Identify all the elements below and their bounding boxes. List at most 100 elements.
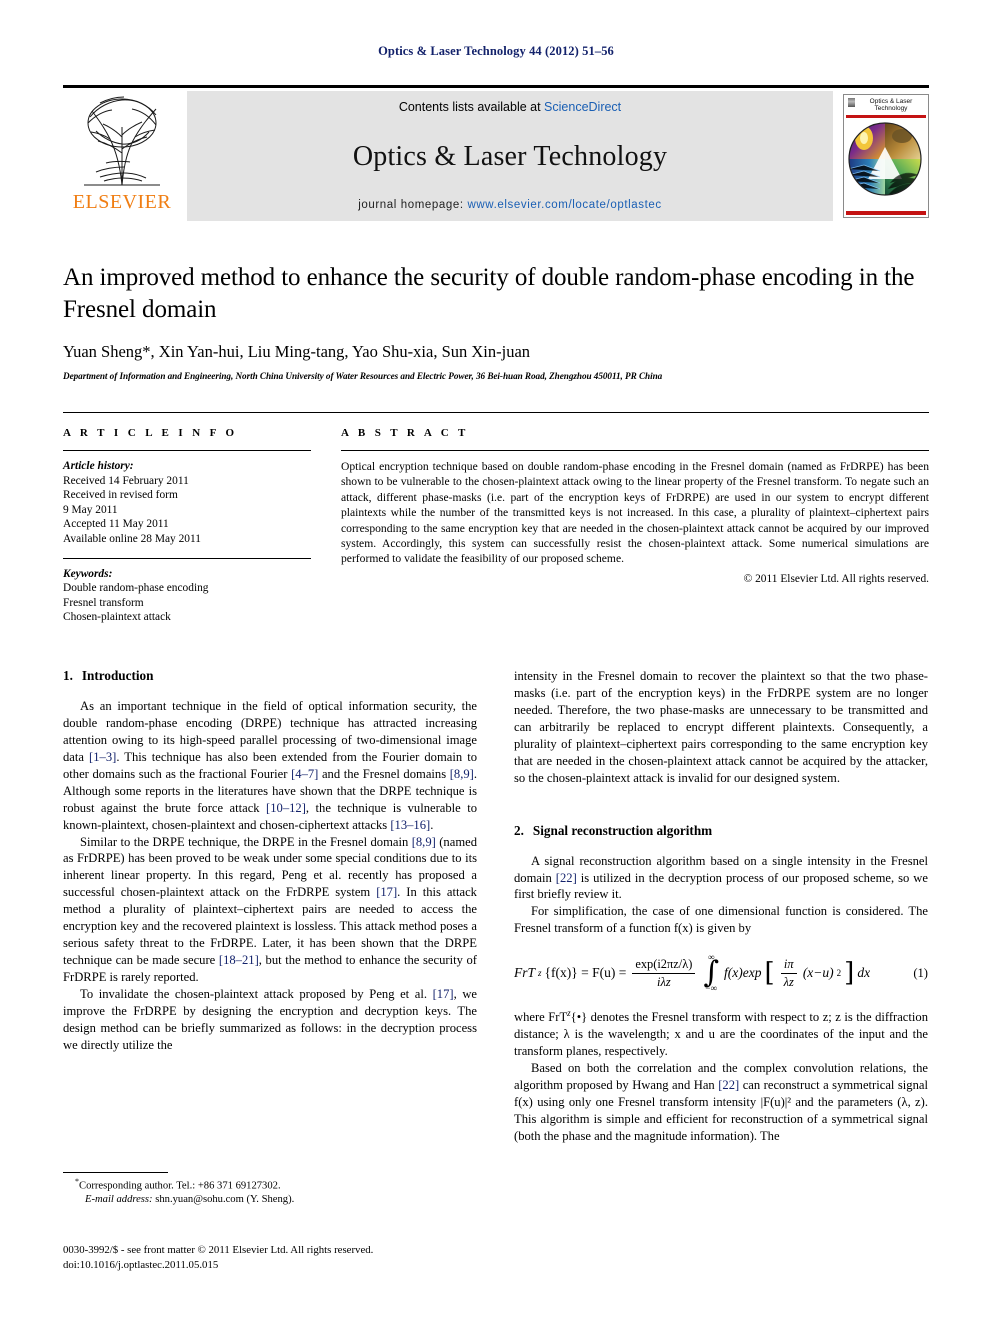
citation-10-12[interactable]: [10–12] <box>266 801 306 815</box>
eq1-bracket-rest: (x−u) <box>802 965 834 981</box>
section-title-2: Signal reconstruction algorithm <box>532 822 713 838</box>
email-label: E-mail address: <box>85 1194 153 1206</box>
eq1-frac-numerator: exp(i2πz/λ) <box>632 957 696 974</box>
signal-paragraph-2: For simplification, the case of one dime… <box>514 904 928 936</box>
intro-paragraph-3: To invalidate the chosen-plaintext attac… <box>63 986 477 1054</box>
keyword-1: Double random-phase encoding <box>63 582 209 595</box>
signal-paragraph-3: where FrTz{•} denotes the Fresnel transf… <box>514 1007 928 1060</box>
journal-title: Optics & Laser Technology <box>352 140 668 172</box>
footnote-rule <box>63 1172 168 1173</box>
citation-8-9-b[interactable]: [8,9] <box>412 835 436 849</box>
cover-title: Optics & Laser Technology <box>846 97 926 114</box>
homepage-prefix: journal homepage: <box>358 199 468 211</box>
section-heading-introduction: 1. Introduction <box>63 668 477 684</box>
citation-17-b[interactable]: [17] <box>433 987 454 1001</box>
cover-corner-icon <box>848 98 855 107</box>
cover-artwork <box>846 119 926 210</box>
citation-8-9[interactable]: [8,9] <box>450 767 474 781</box>
eq1-inner-denominator: λz <box>783 974 794 989</box>
history-revised: Received in revised form <box>63 489 178 502</box>
integral-icon: ∞ ∫ −∞ <box>703 953 719 993</box>
imprint-block: 0030-3992/$ - see front matter © 2011 El… <box>63 1243 493 1272</box>
info-divider-mid <box>63 557 311 559</box>
equation-1-body: FrT z {f(x)} = F(u) = exp(i2πz/λ) iλz ∞ ∫ … <box>514 953 870 993</box>
email-address[interactable]: shn.yuan@sohu.com (Y. Sheng). <box>155 1194 294 1205</box>
citation-22[interactable]: [22] <box>556 871 577 885</box>
title-block: An improved method to enhance the securi… <box>63 262 929 381</box>
cover-bottom-rule <box>846 211 926 215</box>
imprint-line-2: doi:10.1016/j.optlastec.2011.05.015 <box>63 1258 219 1271</box>
journal-masthead: ELSEVIER Contents lists available at Sci… <box>63 85 929 221</box>
history-revised-date: 9 May 2011 <box>63 503 118 516</box>
history-accepted: Accepted 11 May 2011 <box>63 518 169 531</box>
masthead-center-panel: Contents lists available at ScienceDirec… <box>187 91 833 221</box>
history-received: Received 14 February 2011 <box>63 474 189 487</box>
elsevier-logo: ELSEVIER <box>63 91 181 221</box>
intro-paragraph-4: intensity in the Fresnel domain to recov… <box>514 669 928 785</box>
journal-cover-thumbnail: Optics & Laser Technology <box>843 94 929 218</box>
signal-paragraph-1: A signal reconstruction algorithm based … <box>514 853 928 904</box>
corresponding-author-text: Corresponding author. Tel.: +86 371 6912… <box>79 1180 281 1192</box>
corresponding-author-note: *Corresponding author. Tel.: +86 371 691… <box>63 1177 477 1193</box>
bracket-close-icon: ] <box>844 957 855 988</box>
running-head: Optics & Laser Technology 44 (2012) 51–5… <box>378 44 614 58</box>
section-heading-signal-reconstruction: 2. Signal reconstruction algorithm <box>514 823 928 839</box>
article-info-panel: A R T I C L E I N F O Article history: R… <box>63 412 929 625</box>
section-number-2: 2. <box>514 822 524 838</box>
contents-available-line: Contents lists available at ScienceDirec… <box>399 100 621 114</box>
body-left-column: 1. Introduction As an important technique… <box>63 668 477 1145</box>
equation-1: FrT z {f(x)} = F(u) = exp(i2πz/λ) iλz ∞ ∫ … <box>514 953 928 993</box>
citation-13-16[interactable]: [13–16] <box>390 818 430 832</box>
contents-prefix: Contents lists available at <box>398 100 545 114</box>
imprint-line-1: 0030-3992/$ - see front matter © 2011 El… <box>63 1244 374 1256</box>
footnote-block: *Corresponding author. Tel.: +86 371 691… <box>63 1172 477 1207</box>
body-right-column: intensity in the Fresnel domain to recov… <box>514 668 928 1145</box>
eq1-inner-fraction: iπ λz <box>780 957 797 990</box>
eq1-frac-denominator: iλz <box>657 974 671 989</box>
affiliation: Department of Information and Engineerin… <box>63 371 663 381</box>
section-number-1: 1. <box>63 668 73 683</box>
intro-p2-a: Similar to the DRPE technique, the DRPE … <box>80 834 412 849</box>
eq1-int-lower: −∞ <box>705 982 717 993</box>
eq1-lhs-sup: z <box>538 968 542 979</box>
eq1-dx: dx <box>857 965 871 981</box>
equation-1-number: (1) <box>913 965 928 980</box>
info-divider-top <box>63 450 311 451</box>
abstract-text: Optical encryption technique based on do… <box>341 460 929 566</box>
intro-p3-a: To invalidate the chosen-plaintext attac… <box>80 986 433 1001</box>
elsevier-tree-icon <box>70 93 174 191</box>
signal-paragraph-4: Based on both the correlation and the co… <box>514 1060 928 1145</box>
paper-page: Optics & Laser Technology 44 (2012) 51–5… <box>0 0 992 1323</box>
citation-17[interactable]: [17] <box>376 885 397 899</box>
author-list: Yuan Sheng*, Xin Yan-hui, Liu Ming-tang,… <box>63 342 531 361</box>
journal-homepage-line: journal homepage: www.elsevier.com/locat… <box>358 199 662 211</box>
email-note: E-mail address: shn.yuan@sohu.com (Y. Sh… <box>63 1193 477 1207</box>
citation-4-7[interactable]: [4–7] <box>291 767 318 781</box>
citation-22-b[interactable]: [22] <box>718 1078 739 1092</box>
abstract-heading: A B S T R A C T <box>341 427 469 439</box>
cover-title-line1: Optics & Laser <box>869 98 913 105</box>
signal-p3-a: where FrT <box>514 1010 568 1025</box>
citation-1-3[interactable]: [1–3] <box>89 750 116 764</box>
signal-p1-b: is utilized in the decryption process of… <box>514 870 928 902</box>
intro-paragraph-1: As an important technique in the field o… <box>63 698 477 834</box>
abstract-divider <box>341 450 929 451</box>
article-history: Article history: Received 14 February 20… <box>63 459 311 547</box>
article-history-label: Article history: <box>63 460 134 472</box>
journal-homepage-link[interactable]: www.elsevier.com/locate/optlastec <box>467 199 661 211</box>
bracket-open-icon: [ <box>764 957 775 988</box>
citation-18-21[interactable]: [18–21] <box>219 953 259 967</box>
intro-p1-c: and the Fresnel domains <box>318 766 450 781</box>
abstract-column: A B S T R A C T Optical encryption techn… <box>325 427 929 625</box>
column-spacer <box>514 787 928 823</box>
sciencedirect-link[interactable]: ScienceDirect <box>544 100 621 114</box>
eq1-prefactor-fraction: exp(i2πz/λ) iλz <box>632 957 696 990</box>
keywords-label: Keywords: <box>63 567 113 580</box>
cover-top-rule <box>846 114 926 118</box>
abstract-copyright: © 2011 Elsevier Ltd. All rights reserved… <box>743 572 929 585</box>
intro-p1-f: . <box>430 817 434 832</box>
section-title-1: Introduction <box>81 668 154 683</box>
eq1-lhs-arg: {f(x)} = F(u) = <box>544 965 627 981</box>
keyword-3: Chosen-plaintext attack <box>63 611 171 624</box>
elsevier-wordmark: ELSEVIER <box>72 191 172 213</box>
